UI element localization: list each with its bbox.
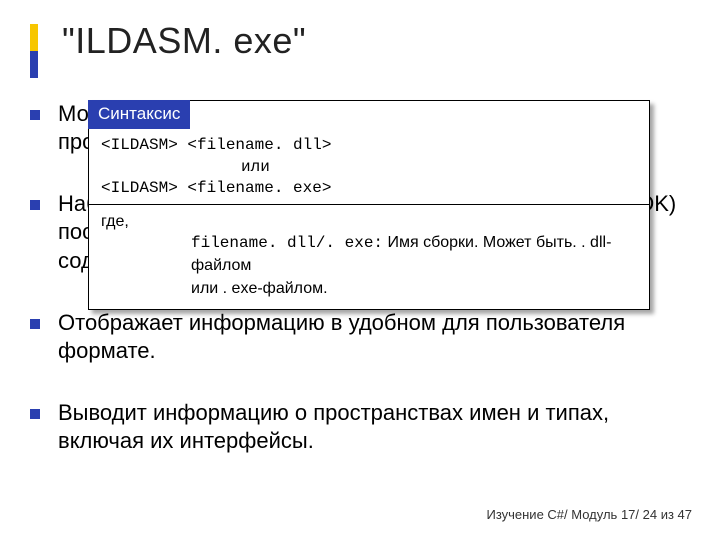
callout-header: Синтаксис bbox=[88, 100, 190, 129]
bullet-marker-icon bbox=[30, 200, 40, 210]
syntax-desc-prefix: filename. dll/. exe: bbox=[191, 234, 383, 252]
bullet-marker-icon bbox=[30, 409, 40, 419]
callout-body: <ILDASM> <filename. dll> или <ILDASM> <f… bbox=[89, 129, 649, 309]
title-area: "ILDASM. exe" bbox=[30, 20, 306, 78]
syntax-desc-line2: или . exe-файлом. bbox=[101, 278, 637, 300]
bullet-item: Выводит информацию о пространствах имен … bbox=[30, 399, 690, 455]
bullet-marker-icon bbox=[30, 319, 40, 329]
syntax-or: или bbox=[101, 157, 637, 179]
title-accent-bar bbox=[30, 24, 38, 78]
bullet-marker-icon bbox=[30, 110, 40, 120]
syntax-line: <ILDASM> <filename. dll> bbox=[101, 135, 637, 157]
slide-footer: Изучение C#/ Модуль 17/ 24 из 47 bbox=[486, 507, 692, 522]
bullet-item: Отображает информацию в удобном для поль… bbox=[30, 309, 690, 365]
syntax-where: где, bbox=[101, 211, 637, 233]
slide-title: "ILDASM. exe" bbox=[62, 20, 306, 62]
syntax-desc: filename. dll/. exe: Имя сборки. Может б… bbox=[101, 232, 637, 277]
bullet-text: Выводит информацию о пространствах имен … bbox=[58, 399, 690, 455]
callout-divider bbox=[89, 204, 649, 205]
syntax-callout: Синтаксис <ILDASM> <filename. dll> или <… bbox=[88, 100, 650, 310]
bullet-text: Отображает информацию в удобном для поль… bbox=[58, 309, 690, 365]
slide: "ILDASM. exe" Модуль — файл, содержащий … bbox=[0, 0, 720, 540]
syntax-line: <ILDASM> <filename. exe> bbox=[101, 178, 637, 200]
